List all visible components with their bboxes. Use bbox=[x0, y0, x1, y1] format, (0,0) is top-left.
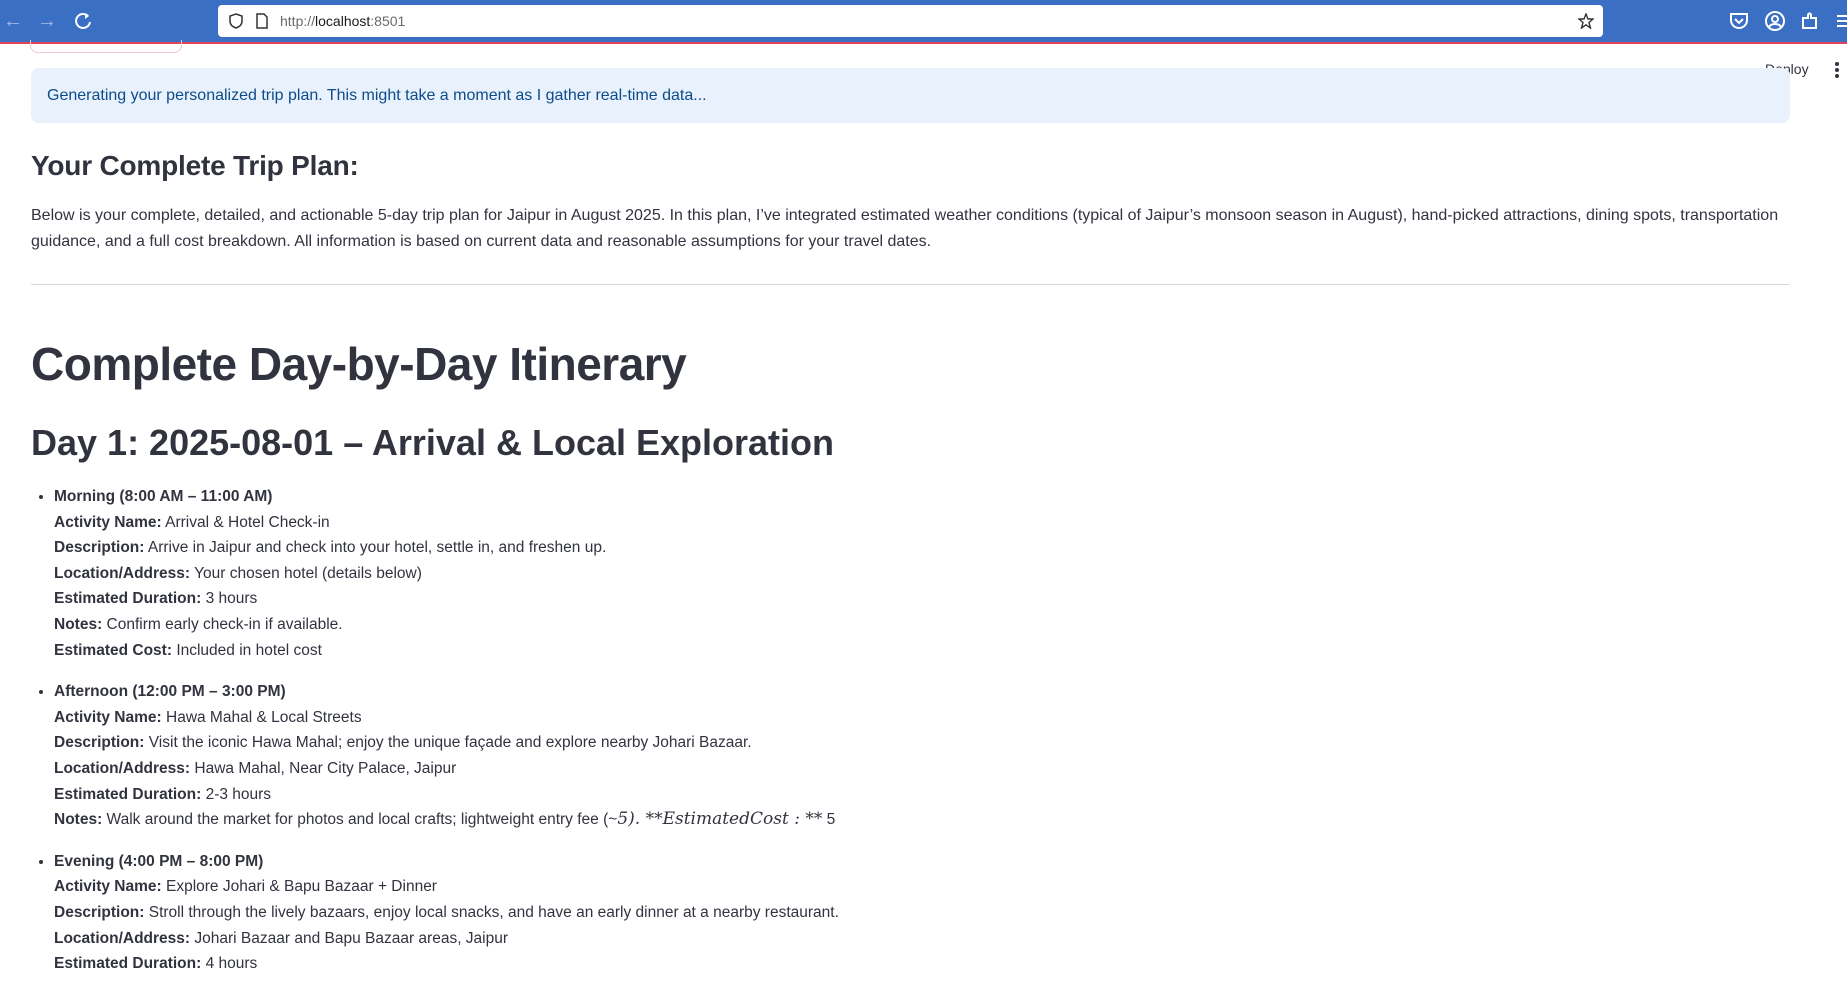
extensions-icon[interactable] bbox=[1799, 10, 1821, 32]
duration-value: 2-3 hours bbox=[205, 785, 272, 803]
description-label: Description: bbox=[54, 539, 145, 557]
divider bbox=[31, 284, 1790, 285]
activity-label: Activity Name: bbox=[54, 513, 162, 531]
period-title: Morning (8:00 AM – 11:00 AM) bbox=[54, 488, 273, 505]
activity-value: Explore Johari & Bapu Bazaar + Dinner bbox=[166, 878, 437, 896]
partial-button[interactable] bbox=[30, 40, 182, 53]
itinerary-heading: Complete Day-by-Day Itinerary bbox=[31, 338, 687, 390]
location-value: Johari Bazaar and Bapu Bazaar areas, Jai… bbox=[194, 929, 509, 947]
notes-math-render: 5). **EstimatedCost : ** bbox=[617, 809, 823, 830]
plan-heading: Your Complete Trip Plan: bbox=[31, 150, 359, 181]
reload-icon[interactable] bbox=[70, 8, 96, 34]
duration-label: Estimated Duration: bbox=[54, 955, 202, 973]
address-bar[interactable]: http://localhost:8501 bbox=[218, 5, 1603, 37]
intro-paragraph: Below is your complete, detailed, and ac… bbox=[31, 207, 1779, 250]
browser-toolbar: ← → http://localhost:8501 bbox=[0, 0, 1847, 44]
day-periods-list: Morning (8:00 AM – 11:00 AM) Activity Na… bbox=[31, 484, 1754, 993]
activity-label: Activity Name: bbox=[54, 708, 162, 726]
activity-value: Hawa Mahal & Local Streets bbox=[166, 708, 362, 726]
shield-icon[interactable] bbox=[228, 13, 244, 29]
notes-tail: 5 bbox=[826, 811, 836, 829]
description-value: Arrive in Jaipur and check into your hot… bbox=[147, 539, 607, 557]
description-value: Stroll through the lively bazaars, enjoy… bbox=[148, 903, 839, 921]
duration-label: Estimated Duration: bbox=[54, 590, 202, 608]
notes-label: Notes: bbox=[54, 615, 103, 633]
account-icon[interactable] bbox=[1764, 10, 1786, 32]
description-label: Description: bbox=[54, 734, 145, 752]
page-icon[interactable] bbox=[254, 13, 270, 29]
pocket-icon[interactable] bbox=[1728, 10, 1750, 32]
activity-value: Arrival & Hotel Check-in bbox=[165, 513, 330, 531]
location-label: Location/Address: bbox=[54, 564, 191, 582]
notes-value: Confirm early check-in if available. bbox=[106, 615, 343, 633]
description-value: Visit the iconic Hawa Mahal; enjoy the u… bbox=[148, 734, 752, 752]
location-value: Hawa Mahal, Near City Palace, Jaipur bbox=[194, 759, 457, 777]
cost-value: Included in hotel cost bbox=[176, 641, 322, 659]
location-label: Location/Address: bbox=[54, 929, 191, 947]
list-item: Evening (4:00 PM – 8:00 PM) Activity Nam… bbox=[54, 849, 1754, 977]
day-heading: Day 1: 2025-08-01 – Arrival & Local Expl… bbox=[31, 422, 835, 463]
location-label: Location/Address: bbox=[54, 759, 191, 777]
main-menu-icon[interactable] bbox=[1834, 60, 1840, 80]
notes-value: Walk around the market for photos and lo… bbox=[106, 811, 618, 829]
cost-label: Estimated Cost: bbox=[54, 641, 172, 659]
activity-label: Activity Name: bbox=[54, 878, 162, 896]
url-text[interactable]: http://localhost:8501 bbox=[280, 13, 405, 29]
list-item: Afternoon (12:00 PM – 3:00 PM) Activity … bbox=[54, 679, 1754, 833]
notes-label: Notes: bbox=[54, 811, 103, 829]
forward-arrow-icon[interactable]: → bbox=[34, 8, 60, 34]
location-value: Your chosen hotel (details below) bbox=[194, 564, 422, 582]
duration-label: Estimated Duration: bbox=[54, 785, 202, 803]
duration-value: 4 hours bbox=[205, 955, 258, 973]
back-arrow-icon[interactable]: ← bbox=[0, 8, 26, 34]
period-title: Evening (4:00 PM – 8:00 PM) bbox=[54, 852, 264, 870]
description-label: Description: bbox=[54, 903, 145, 921]
menu-icon[interactable] bbox=[1836, 10, 1847, 32]
period-title: Afternoon (12:00 PM – 3:00 PM) bbox=[54, 683, 286, 701]
info-alert: Generating your personalized trip plan. … bbox=[31, 68, 1790, 123]
duration-value: 3 hours bbox=[205, 590, 258, 608]
bookmark-star-icon[interactable] bbox=[1577, 12, 1595, 30]
list-item: Morning (8:00 AM – 11:00 AM) Activity Na… bbox=[54, 484, 1754, 663]
